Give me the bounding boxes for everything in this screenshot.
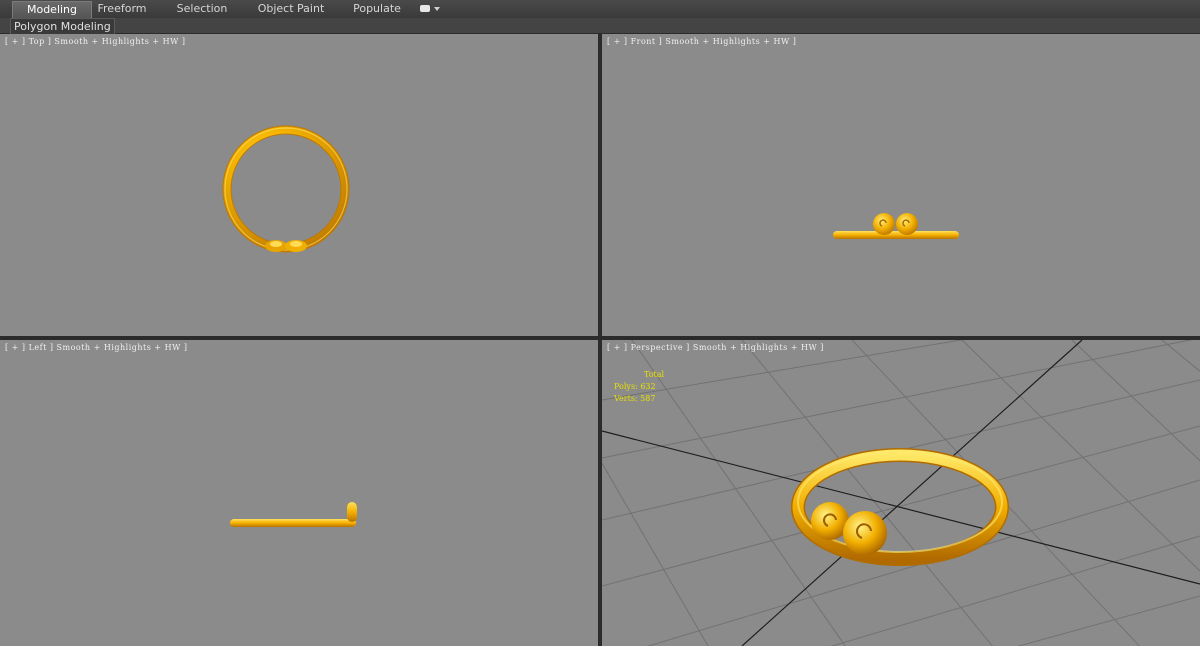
- viewport-left[interactable]: [ + ] Left ] Smooth + Highlights + HW ]: [0, 340, 598, 646]
- ring-band-side: [833, 231, 959, 239]
- polygon-modeling-panel-toggle[interactable]: Polygon Modeling: [10, 18, 115, 34]
- panel-options-dropdown[interactable]: [420, 4, 442, 14]
- scene-statistics: Total Polys: 632 Verts: 587: [614, 369, 664, 405]
- scroll-left: [873, 213, 895, 235]
- chevron-down-icon: [434, 7, 440, 11]
- panel-options-icon: [420, 5, 430, 12]
- stats-polys-label: Polys:: [614, 382, 638, 391]
- scroll-edge: [347, 502, 357, 522]
- viewport-perspective[interactable]: [ + ] Perspective ] Smooth + Highlights …: [602, 340, 1200, 646]
- stats-polys: Polys: 632: [614, 381, 664, 393]
- grid-lines: [602, 340, 1200, 646]
- stats-polys-value: 632: [640, 382, 656, 391]
- scroll-left-highlight: [270, 241, 282, 247]
- ring-band: [223, 126, 349, 252]
- stats-header: Total: [644, 370, 665, 379]
- tab-object-paint[interactable]: Object Paint: [254, 1, 328, 17]
- scroll-right: [896, 213, 918, 235]
- viewport-label[interactable]: [ + ] Perspective ] Smooth + Highlights …: [607, 343, 824, 352]
- ring-front-view: [833, 213, 959, 239]
- stats-verts-value: 587: [640, 394, 656, 403]
- stats-verts-label: Verts:: [614, 394, 638, 403]
- grid-axis-y: [741, 340, 1083, 646]
- ribbon-tabs: Modeling Freeform Selection Object Paint…: [0, 0, 1200, 19]
- tab-populate[interactable]: Populate: [348, 1, 406, 17]
- tab-selection[interactable]: Selection: [170, 1, 234, 17]
- tab-modeling[interactable]: Modeling: [12, 1, 92, 18]
- tab-freeform[interactable]: Freeform: [92, 1, 152, 17]
- viewport-front[interactable]: [ + ] Front ] Smooth + Highlights + HW ]: [602, 34, 1200, 336]
- ring-top-view: [222, 125, 350, 253]
- viewport-top[interactable]: [ + ] Top ] Smooth + Highlights + HW ]: [0, 34, 598, 336]
- scroll-right: [843, 511, 887, 555]
- ring-left-view: [230, 502, 357, 527]
- ring-band-side: [230, 519, 356, 527]
- scroll-right-highlight: [290, 241, 302, 247]
- ribbon-panel-bar: Polygon Modeling: [0, 18, 1200, 34]
- stats-verts: Verts: 587: [614, 393, 664, 405]
- perspective-grid: [602, 340, 1200, 646]
